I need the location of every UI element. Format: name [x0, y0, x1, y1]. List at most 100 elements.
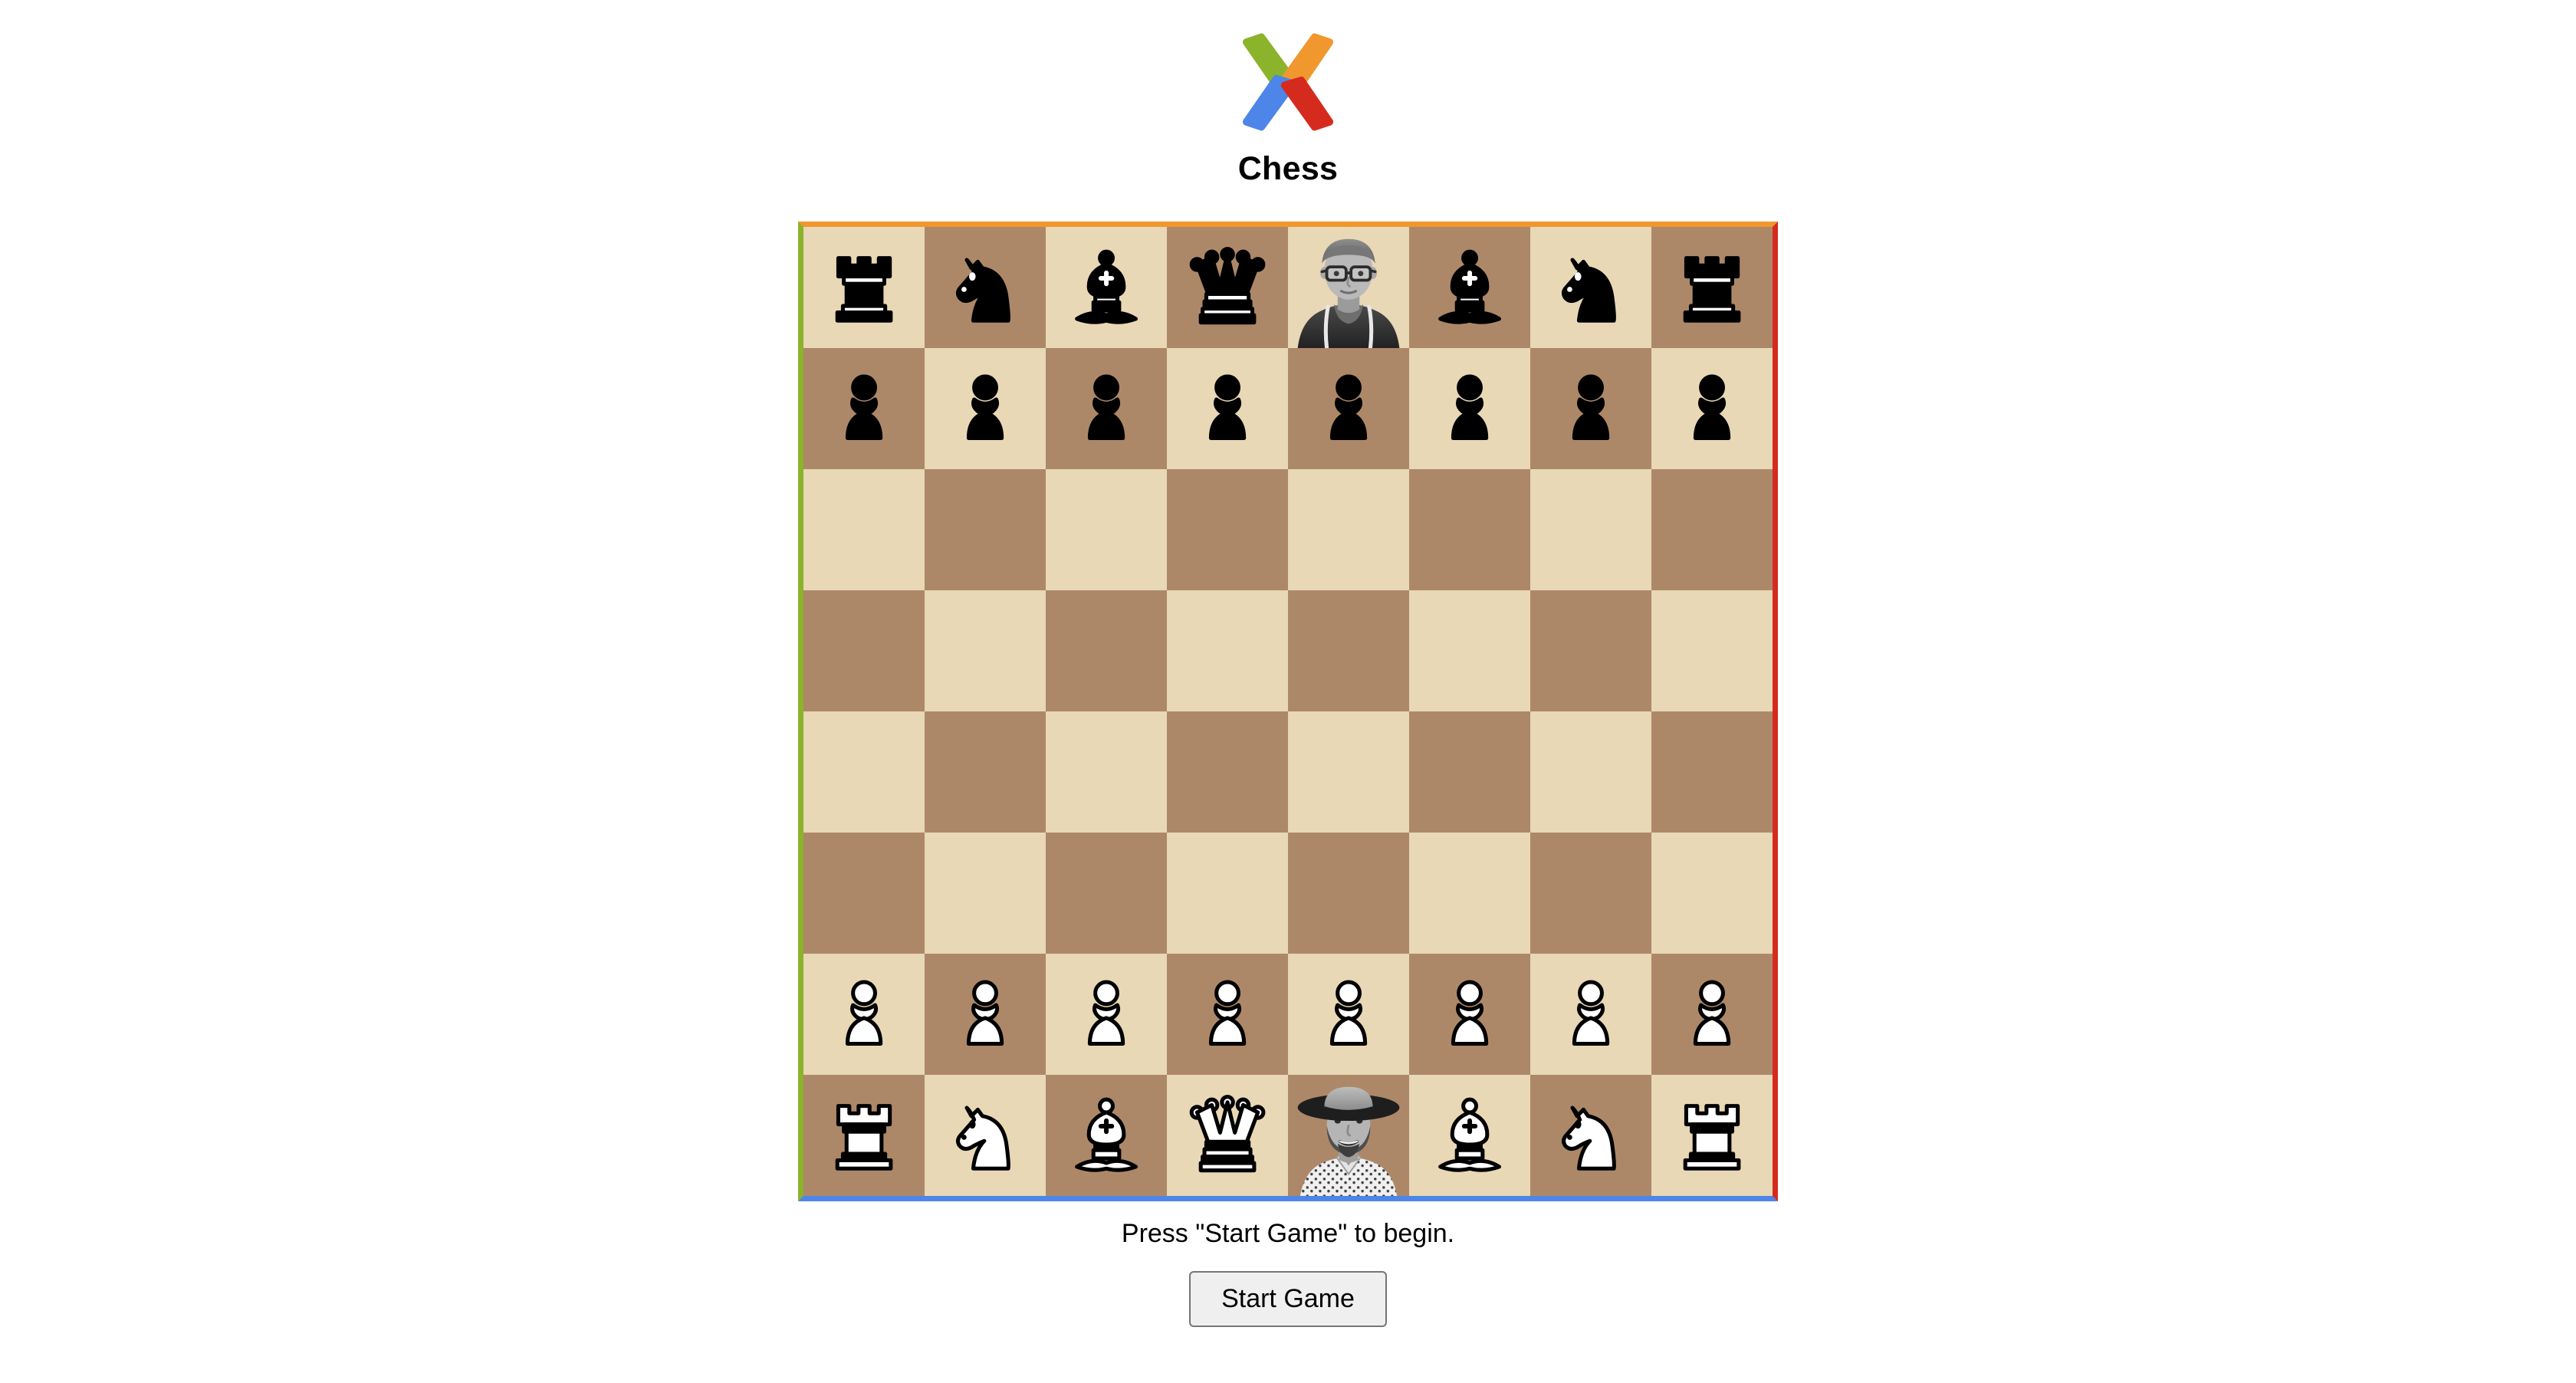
board-square-b6[interactable] [925, 469, 1046, 590]
board-square-c1[interactable] [1046, 1075, 1167, 1196]
white-pawn-icon[interactable] [1046, 954, 1167, 1075]
board-square-b8[interactable] [925, 227, 1046, 348]
board-square-d8[interactable] [1167, 227, 1288, 348]
black-pawn-icon[interactable] [1046, 348, 1167, 469]
board-square-h7[interactable] [1651, 348, 1773, 469]
white-pawn-icon[interactable] [1530, 954, 1651, 1075]
board-square-h1[interactable] [1651, 1075, 1773, 1196]
board-square-g4[interactable] [1530, 711, 1651, 833]
white-queen-icon[interactable] [1167, 1075, 1288, 1196]
board-square-e5[interactable] [1288, 590, 1409, 711]
board-square-f2[interactable] [1409, 954, 1530, 1075]
board-square-b3[interactable] [925, 833, 1046, 954]
white-pawn-icon[interactable] [1167, 954, 1288, 1075]
board-square-a6[interactable] [803, 469, 925, 590]
board-square-g8[interactable] [1530, 227, 1651, 348]
black-queen-icon[interactable] [1167, 227, 1288, 348]
board-square-g7[interactable] [1530, 348, 1651, 469]
board-square-e1[interactable] [1288, 1075, 1409, 1196]
board-square-g3[interactable] [1530, 833, 1651, 954]
board-square-g5[interactable] [1530, 590, 1651, 711]
black-pawn-icon[interactable] [1288, 348, 1409, 469]
board-square-c6[interactable] [1046, 469, 1167, 590]
white-bishop-icon[interactable] [1046, 1075, 1167, 1196]
white-knight-icon[interactable] [925, 1075, 1046, 1196]
black-king-avatar-icon[interactable] [1288, 227, 1409, 348]
chess-board[interactable] [798, 222, 1778, 1201]
white-rook-icon[interactable] [1651, 1075, 1773, 1196]
board-square-a4[interactable] [803, 711, 925, 833]
black-rook-icon[interactable] [803, 227, 925, 348]
white-bishop-icon[interactable] [1409, 1075, 1530, 1196]
white-knight-icon[interactable] [1530, 1075, 1651, 1196]
board-square-e2[interactable] [1288, 954, 1409, 1075]
chess-app: Chess Press "Start Game" to begin. Start… [0, 0, 2576, 1383]
board-square-e8[interactable] [1288, 227, 1409, 348]
board-square-b5[interactable] [925, 590, 1046, 711]
white-pawn-icon[interactable] [803, 954, 925, 1075]
start-game-button[interactable]: Start Game [1189, 1270, 1387, 1327]
board-square-d3[interactable] [1167, 833, 1288, 954]
white-pawn-icon[interactable] [1409, 954, 1530, 1075]
board-square-a8[interactable] [803, 227, 925, 348]
white-king-avatar-icon[interactable] [1288, 1075, 1409, 1196]
board-square-b7[interactable] [925, 348, 1046, 469]
white-pawn-icon[interactable] [1651, 954, 1773, 1075]
black-pawn-icon[interactable] [1409, 348, 1530, 469]
board-square-e3[interactable] [1288, 833, 1409, 954]
board-square-h3[interactable] [1651, 833, 1773, 954]
white-pawn-icon[interactable] [1288, 954, 1409, 1075]
board-square-f6[interactable] [1409, 469, 1530, 590]
black-pawn-icon[interactable] [803, 348, 925, 469]
white-pawn-icon[interactable] [925, 954, 1046, 1075]
board-square-c8[interactable] [1046, 227, 1167, 348]
black-knight-icon[interactable] [1530, 227, 1651, 348]
board-square-h6[interactable] [1651, 469, 1773, 590]
board-square-h2[interactable] [1651, 954, 1773, 1075]
black-bishop-icon[interactable] [1409, 227, 1530, 348]
board-square-c3[interactable] [1046, 833, 1167, 954]
board-square-h5[interactable] [1651, 590, 1773, 711]
black-knight-icon[interactable] [925, 227, 1046, 348]
board-square-f1[interactable] [1409, 1075, 1530, 1196]
board-square-g1[interactable] [1530, 1075, 1651, 1196]
board-square-a3[interactable] [803, 833, 925, 954]
black-pawn-icon[interactable] [1530, 348, 1651, 469]
black-bishop-icon[interactable] [1046, 227, 1167, 348]
board-square-g2[interactable] [1530, 954, 1651, 1075]
board-square-g6[interactable] [1530, 469, 1651, 590]
board-square-d1[interactable] [1167, 1075, 1288, 1196]
board-square-f8[interactable] [1409, 227, 1530, 348]
board-square-b1[interactable] [925, 1075, 1046, 1196]
board-square-d6[interactable] [1167, 469, 1288, 590]
board-square-f3[interactable] [1409, 833, 1530, 954]
board-square-f7[interactable] [1409, 348, 1530, 469]
board-square-f5[interactable] [1409, 590, 1530, 711]
board-square-e4[interactable] [1288, 711, 1409, 833]
board-square-d7[interactable] [1167, 348, 1288, 469]
x-logo-icon [1238, 11, 1338, 153]
board-square-d4[interactable] [1167, 711, 1288, 833]
black-pawn-icon[interactable] [925, 348, 1046, 469]
board-square-b2[interactable] [925, 954, 1046, 1075]
black-rook-icon[interactable] [1651, 227, 1773, 348]
board-square-b4[interactable] [925, 711, 1046, 833]
white-rook-icon[interactable] [803, 1075, 925, 1196]
board-square-e6[interactable] [1288, 469, 1409, 590]
board-square-f4[interactable] [1409, 711, 1530, 833]
black-pawn-icon[interactable] [1167, 348, 1288, 469]
board-square-a5[interactable] [803, 590, 925, 711]
board-square-c4[interactable] [1046, 711, 1167, 833]
board-square-c7[interactable] [1046, 348, 1167, 469]
board-square-c2[interactable] [1046, 954, 1167, 1075]
board-square-c5[interactable] [1046, 590, 1167, 711]
board-square-d2[interactable] [1167, 954, 1288, 1075]
board-square-d5[interactable] [1167, 590, 1288, 711]
board-square-e7[interactable] [1288, 348, 1409, 469]
black-pawn-icon[interactable] [1651, 348, 1773, 469]
board-square-a7[interactable] [803, 348, 925, 469]
board-square-h8[interactable] [1651, 227, 1773, 348]
board-square-a1[interactable] [803, 1075, 925, 1196]
board-square-a2[interactable] [803, 954, 925, 1075]
board-square-h4[interactable] [1651, 711, 1773, 833]
